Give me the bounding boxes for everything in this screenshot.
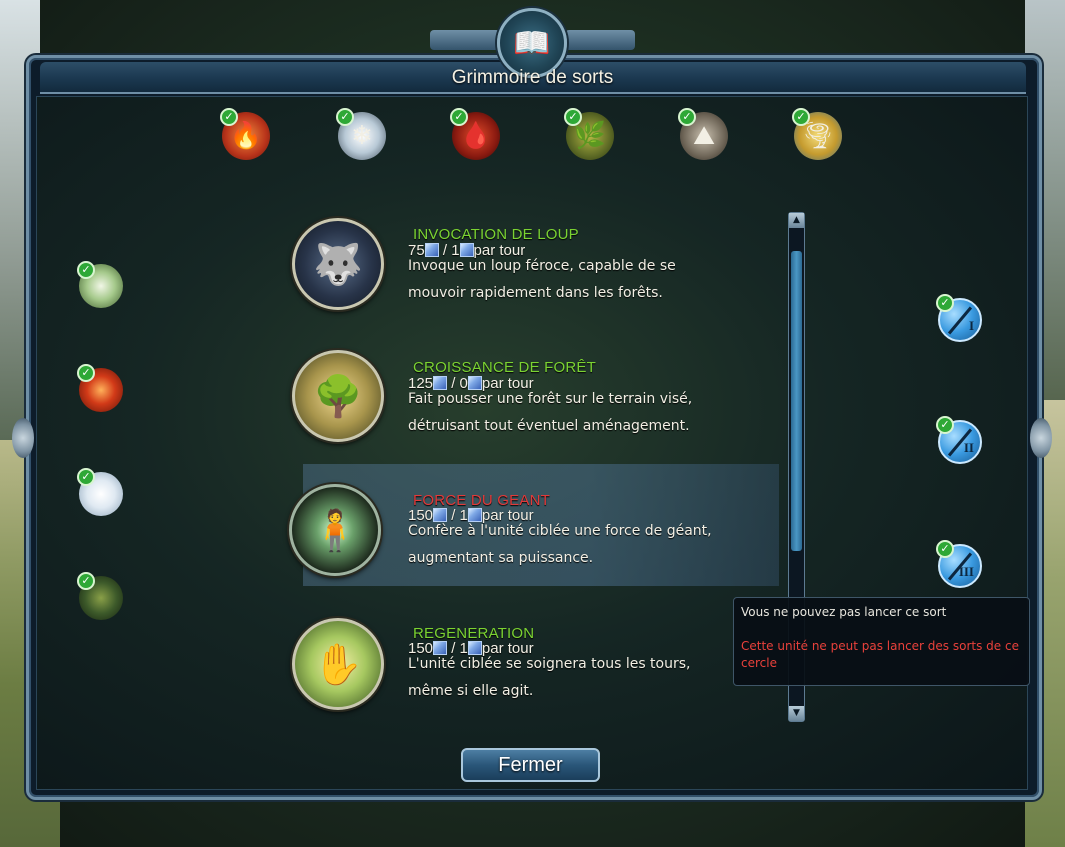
spell-entry-wolf[interactable]: 🐺 INVOCATION DE LOUP 75 / 1 par tour Invo… [290, 212, 790, 322]
regen-hand-icon: ✋ [292, 618, 384, 710]
check-icon: ✓ [678, 108, 696, 126]
spell-description: Confère à l'unité ciblée une force de gé… [408, 518, 768, 572]
scroll-thumb[interactable] [791, 251, 802, 551]
check-icon: ✓ [220, 108, 238, 126]
tier-3-label: III [958, 564, 974, 579]
tooltip-error: Cette unité ne peut pas lancer des sorts… [741, 639, 1019, 670]
medallion-wing-right [565, 30, 635, 50]
check-icon: ✓ [77, 364, 95, 382]
check-icon: ✓ [936, 540, 954, 558]
wolf-icon: 🐺 [292, 218, 384, 310]
spell-entry-regeneration[interactable]: ✋ REGENERATION 150 / 1 par tour L'unité c… [290, 612, 790, 722]
close-button[interactable]: Fermer [461, 748, 600, 782]
spell-description-line: détruisant tout éventuel aménagement. [408, 418, 690, 434]
spell-description-line: L'unité ciblée se soignera tous les tour… [408, 656, 691, 672]
check-icon: ✓ [336, 108, 354, 126]
nature-school-icon[interactable]: 🌿 ✓ [562, 108, 618, 164]
spell-description-line: Confère à l'unité ciblée une force de gé… [408, 523, 712, 539]
fire-school-icon[interactable]: 🔥 ✓ [218, 108, 274, 164]
spell-description: L'unité ciblée se soignera tous les tour… [408, 651, 768, 705]
spell-name: CROISSANCE DE FORÊT [413, 359, 596, 376]
window-title: Grimmoire de sorts [451, 67, 614, 88]
spell-tooltip: Vous ne pouvez pas lancer ce sort Cette … [733, 597, 1030, 686]
spell-description-line: Fait pousser une forêt sur le terrain vi… [408, 391, 693, 407]
check-icon: ✓ [792, 108, 810, 126]
tree-icon: 🌳 [292, 350, 384, 442]
tooltip-message: Vous ne pouvez pas lancer ce sort [741, 605, 947, 619]
spell-entry-giant[interactable]: 🧍 FORCE DU GEANT 150 / 1 par tour Confère… [289, 464, 779, 586]
check-icon: ✓ [936, 294, 954, 312]
medallion-wing-left [430, 30, 500, 50]
spell-description-line: augmentant sa puissance. [408, 550, 594, 566]
spell-description-line: même si elle agit. [408, 683, 534, 699]
scroll-down-arrow-icon[interactable]: ▼ [789, 706, 804, 721]
blood-school-icon[interactable]: 🩸 ✓ [448, 108, 504, 164]
giant-icon: 🧍 [289, 484, 381, 576]
check-icon: ✓ [77, 572, 95, 590]
check-icon: ✓ [77, 261, 95, 279]
spell-description: Invoque un loup féroce, capable de se mo… [408, 253, 768, 307]
spell-entry-forest[interactable]: 🌳 CROISSANCE DE FORÊT 125 / 0 par tour Fa… [290, 346, 790, 456]
tier-2-label: II [963, 440, 974, 455]
scroll-up-arrow-icon[interactable]: ▲ [789, 213, 804, 228]
ice-school-icon[interactable]: ❄ ✓ [334, 108, 390, 164]
tier-1-label: I [968, 318, 974, 333]
check-icon: ✓ [564, 108, 582, 126]
spell-description-line: Invoque un loup féroce, capable de se [408, 258, 676, 274]
check-icon: ✓ [77, 468, 95, 486]
spell-description: Fait pousser une forêt sur le terrain vi… [408, 386, 768, 440]
air-school-icon[interactable]: 🌪 ✓ [790, 108, 846, 164]
earth-school-icon[interactable]: ⛰ ✓ [676, 108, 732, 164]
spell-description-line: mouvoir rapidement dans les forêts. [408, 285, 663, 301]
frame-knob-left [12, 418, 34, 458]
check-icon: ✓ [450, 108, 468, 126]
check-icon: ✓ [936, 416, 954, 434]
spell-name: INVOCATION DE LOUP [413, 226, 579, 243]
frame-knob-right [1030, 418, 1052, 458]
